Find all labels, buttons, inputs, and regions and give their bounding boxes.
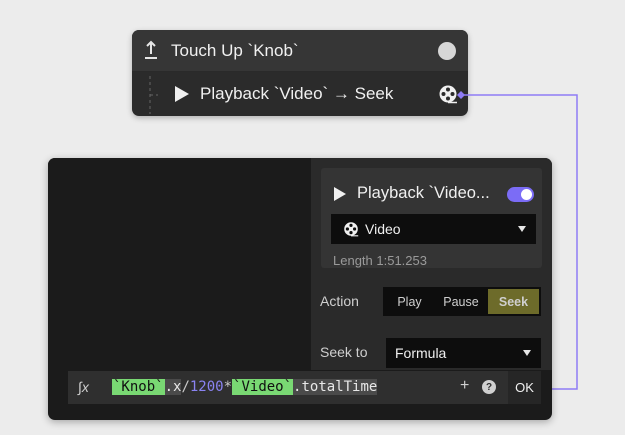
action-title: Playback `Video` → Seek [200, 84, 394, 103]
media-select[interactable]: Video [331, 214, 536, 244]
function-icon: ∫x [78, 379, 89, 395]
formula-bar: ∫x `Knob`.x/1200*`Video`.totalTime + ? O… [68, 371, 541, 404]
action-option-pause[interactable]: Pause [435, 289, 487, 314]
action-option-play[interactable]: Play [385, 289, 434, 314]
seek-to-label: Seek to [320, 344, 368, 360]
toggle-knob [521, 189, 532, 200]
arrow-up-icon [145, 40, 157, 59]
interaction-card: Touch Up `Knob` Playback `Video` → Seek [132, 30, 468, 116]
formula-token-operator: / [181, 379, 190, 395]
formula-input[interactable]: `Knob`.x/1200*`Video`.totalTime [112, 379, 378, 395]
trigger-row[interactable]: Touch Up `Knob` [132, 30, 468, 72]
editor-panel: Playback `Video... Video Length 1:51.253… [48, 158, 552, 420]
trigger-toggle[interactable] [438, 42, 456, 60]
formula-token-reference[interactable]: `Knob` [112, 379, 165, 395]
action-option-seek[interactable]: Seek [488, 289, 539, 314]
media-length: Length 1:51.253 [333, 253, 427, 268]
formula-token-property: .totalTime [293, 379, 378, 395]
chevron-down-icon [518, 226, 526, 232]
ok-button[interactable]: OK [508, 371, 541, 404]
seek-to-select[interactable]: Formula [386, 338, 541, 368]
action-segmented-control: Play Pause Seek [383, 287, 541, 316]
playback-enable-toggle[interactable] [507, 187, 534, 202]
help-icon[interactable]: ? [482, 380, 496, 394]
preview-canvas[interactable] [48, 158, 311, 370]
inspector-panel: Playback `Video... Video Length 1:51.253… [311, 158, 552, 370]
formula-token-operator: * [223, 379, 233, 395]
play-icon [175, 86, 189, 102]
formula-token-property: .x [164, 379, 182, 395]
action-row[interactable]: Playback `Video` → Seek [132, 72, 468, 116]
formula-token-reference[interactable]: `Video` [232, 379, 294, 395]
film-reel-icon [344, 222, 359, 237]
chevron-down-icon [523, 350, 531, 356]
film-reel-icon [439, 85, 457, 104]
playback-card: Playback `Video... Video Length 1:51.253 [321, 168, 542, 268]
trigger-title: Touch Up `Knob` [171, 41, 299, 60]
seek-to-value: Formula [395, 345, 447, 361]
play-icon [334, 187, 346, 201]
formula-token-number: 1200 [189, 379, 224, 395]
tree-guide [149, 76, 158, 114]
playback-title: Playback `Video... [357, 184, 490, 202]
media-select-value: Video [365, 221, 401, 237]
action-label: Action [320, 293, 359, 309]
add-button[interactable]: + [460, 377, 469, 395]
